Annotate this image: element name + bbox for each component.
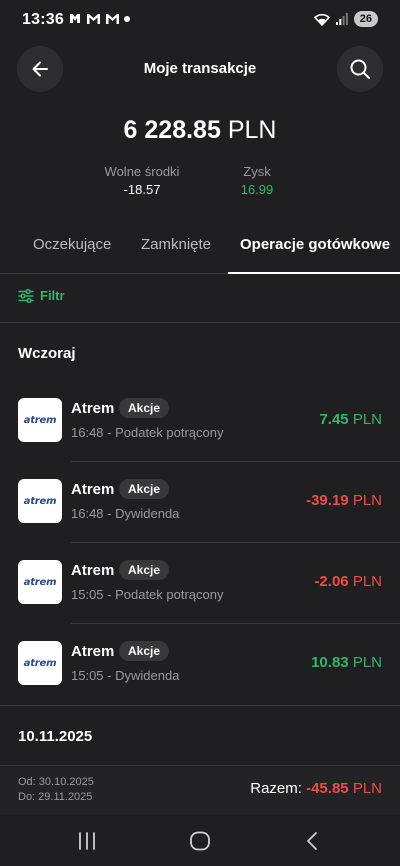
transaction-name: Atrem <box>71 643 115 660</box>
filter-label: Filtr <box>40 288 65 303</box>
asset-type-badge: Akcje <box>119 479 170 499</box>
battery-indicator: 26 <box>353 11 378 27</box>
company-logo: atrem <box>18 398 62 442</box>
transaction-row[interactable]: atrem Atrem Akcje 16:48 - Podatek potrąc… <box>0 381 400 462</box>
search-icon <box>350 59 370 79</box>
transaction-name: Atrem <box>71 400 115 417</box>
chevron-left-icon <box>307 832 317 850</box>
asset-type-badge: Akcje <box>119 560 170 580</box>
transaction-row[interactable]: atrem Atrem Akcje 15:05 - Podatek potrąc… <box>0 543 400 624</box>
company-logo: atrem <box>18 560 62 604</box>
amount-currency: PLN <box>352 411 382 428</box>
amount-currency: PLN <box>352 654 382 671</box>
gmail-icon <box>87 14 100 24</box>
date-from: Od: 30.10.2025 <box>18 776 94 788</box>
logo-text: atrem <box>23 414 57 426</box>
period-total-currency: PLN <box>352 780 382 797</box>
total-balance: 6 228.85 PLN <box>0 116 400 145</box>
profit-label: Zysk <box>243 164 271 179</box>
tab-pending[interactable]: Oczekujące <box>33 236 111 253</box>
divider <box>0 322 400 323</box>
transaction-amount: 10.83 PLN <box>311 654 382 671</box>
profit: Zysk 16.99 <box>214 164 300 197</box>
status-time: 13:36 <box>22 11 64 28</box>
transaction-subtitle: 15:05 - Podatek potrącony <box>71 587 224 602</box>
active-tab-indicator <box>228 272 400 274</box>
company-logo: atrem <box>18 641 62 685</box>
home-button[interactable] <box>185 827 215 855</box>
notification-dot-icon <box>124 16 130 22</box>
amount-currency: PLN <box>352 573 382 590</box>
period-total-label: Razem: <box>250 780 302 797</box>
logo-text: atrem <box>23 576 57 588</box>
gmail-icon <box>106 14 119 24</box>
transaction-amount: -2.06 PLN <box>314 573 382 590</box>
transaction-subtitle: 15:05 - Dywidenda <box>71 668 180 683</box>
recent-apps-button[interactable] <box>72 827 102 855</box>
asset-type-badge: Akcje <box>119 641 170 661</box>
amount-currency: PLN <box>352 492 382 509</box>
logo-text: atrem <box>23 495 57 507</box>
transaction-subtitle: 16:48 - Podatek potrącony <box>71 425 224 440</box>
tab-bar: Oczekujące Zamknięte Operacje gotówkowe <box>0 222 400 274</box>
date-to: Do: 29.11.2025 <box>18 791 93 803</box>
free-funds: Wolne środki -18.57 <box>92 164 192 197</box>
system-navigation-bar <box>0 815 400 866</box>
amount-value: -39.19 <box>306 492 349 509</box>
search-button[interactable] <box>337 46 383 92</box>
tab-closed[interactable]: Zamknięte <box>141 236 211 253</box>
divider <box>0 705 400 706</box>
header: Moje transakcje <box>0 46 400 92</box>
wifi-icon <box>313 13 330 26</box>
amount-value: -2.06 <box>314 573 349 590</box>
tab-cash-operations[interactable]: Operacje gotówkowe <box>240 236 390 253</box>
back-nav-button[interactable] <box>297 827 327 855</box>
profit-value: 16.99 <box>240 182 274 197</box>
date-range: Od: 30.10.2025 Do: 29.11.2025 <box>18 775 94 805</box>
amount-value: 7.45 <box>319 411 349 428</box>
amount-value: 10.83 <box>311 654 349 671</box>
home-icon <box>190 831 210 851</box>
period-total: Razem: -45.85 PLN <box>250 780 382 797</box>
section-title: Wczoraj <box>18 345 76 362</box>
signal-icon <box>335 13 348 25</box>
status-bar: 13:36 26 <box>0 0 400 40</box>
notification-app-icon <box>70 14 80 23</box>
transaction-row[interactable]: atrem Atrem Akcje 16:48 - Dywidenda -39.… <box>0 462 400 543</box>
system-icons: 26 <box>313 11 378 27</box>
transaction-subtitle: 16:48 - Dywidenda <box>71 506 180 521</box>
transaction-amount: -39.19 PLN <box>306 492 382 509</box>
filter-button[interactable]: Filtr <box>18 288 65 303</box>
section-title: 10.11.2025 <box>18 728 93 745</box>
logo-text: atrem <box>23 657 57 669</box>
transaction-name: Atrem <box>71 481 115 498</box>
period-total-value: -45.85 <box>306 780 349 797</box>
transaction-amount: 7.45 PLN <box>319 411 382 428</box>
transaction-name: Atrem <box>71 562 115 579</box>
total-value: 6 228.85 <box>123 116 221 144</box>
transaction-row[interactable]: atrem Atrem Akcje 15:05 - Dywidenda 10.8… <box>0 624 400 705</box>
total-currency: PLN <box>227 116 277 144</box>
sliders-icon <box>18 288 34 303</box>
notification-icons <box>68 12 120 26</box>
company-logo: atrem <box>18 479 62 523</box>
free-funds-value: -18.57 <box>123 182 161 197</box>
free-funds-label: Wolne środki <box>104 164 180 179</box>
asset-type-badge: Akcje <box>119 398 170 418</box>
date-range-footer: Od: 30.10.2025 Do: 29.11.2025 Razem: -45… <box>0 765 400 815</box>
recent-apps-icon <box>79 832 95 850</box>
